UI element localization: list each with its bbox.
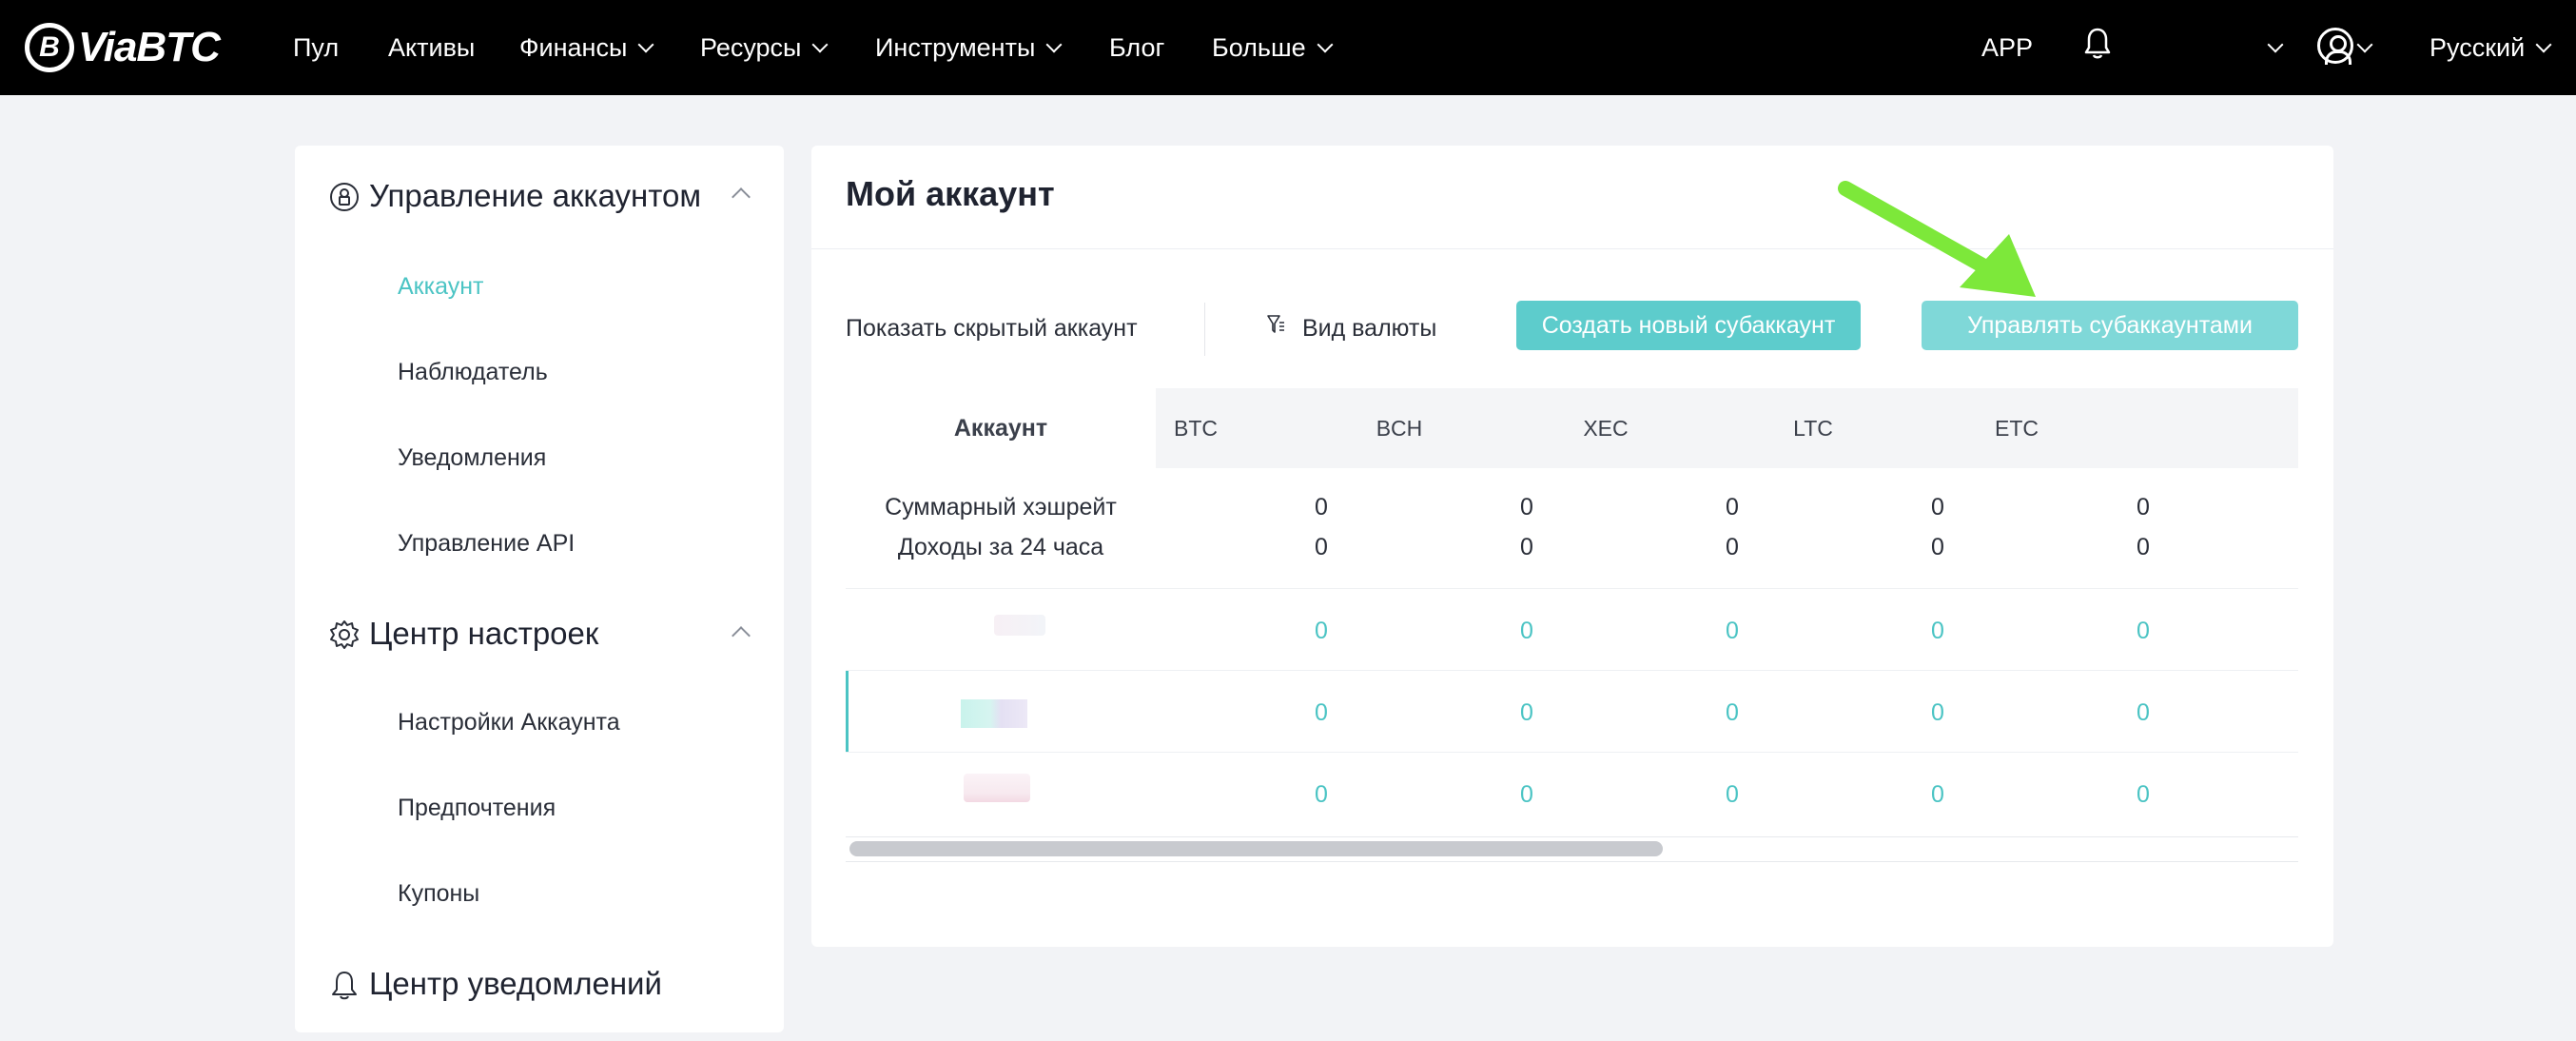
summary-hashrate-bch: 0 <box>1520 494 1533 520</box>
user-menu-dropdown[interactable] <box>2346 29 2373 67</box>
gear-icon <box>330 620 359 649</box>
total-hashrate-label: Суммарный хэшрейт <box>885 494 1117 520</box>
accounts-table-header: Аккаунт BTC BCH XEC LTC ETC <box>846 388 2298 468</box>
brand-name: ViaBTC <box>78 24 221 70</box>
selected-row-indicator <box>846 671 849 752</box>
title-divider <box>811 248 2333 249</box>
section-account-management[interactable]: Управление аккаунтом <box>329 174 701 218</box>
income-24h-label: Доходы за 24 часа <box>897 534 1104 560</box>
sidebar-item-coupons[interactable]: Купоны <box>398 880 479 908</box>
summary-hashrate-etc: 0 <box>2137 494 2150 520</box>
chevron-down-icon <box>1317 36 1334 53</box>
column-header-btc: BTC <box>1174 416 1218 441</box>
viabtc-logo[interactable]: ViaBTC <box>25 19 221 76</box>
chevron-down-icon <box>2356 36 2373 53</box>
column-header-xec: XEC <box>1583 416 1629 441</box>
nav-item-pool[interactable]: Пул <box>293 29 339 67</box>
sidebar-item-account[interactable]: Аккаунт <box>398 273 483 301</box>
sidebar: Управление аккаунтом Аккаунт Наблюдатель… <box>295 146 784 1032</box>
toolbar-divider <box>1204 303 1205 356</box>
sidebar-item-preferences[interactable]: Предпочтения <box>398 795 556 822</box>
subaccount-3-etc[interactable]: 0 <box>2096 781 2191 809</box>
subaccount-name-redacted <box>964 774 1030 802</box>
chevron-down-icon <box>2535 36 2552 53</box>
sidebar-item-account-settings[interactable]: Настройки Аккаунта <box>398 709 620 737</box>
chevron-up-icon[interactable] <box>732 626 751 645</box>
nav-item-tools[interactable]: Инструменты <box>875 29 1063 67</box>
subaccount-name-redacted <box>961 699 1027 728</box>
chevron-down-icon <box>1045 36 1063 53</box>
currency-view-toggle[interactable]: Вид валюты <box>1302 315 1436 343</box>
subaccount-2-xec[interactable]: 0 <box>1685 699 1780 727</box>
subaccount-1-xec[interactable]: 0 <box>1685 618 1780 645</box>
chevron-up-icon[interactable] <box>732 187 751 206</box>
create-subaccount-button[interactable]: Создать новый субаккаунт <box>1516 301 1861 350</box>
nav-item-more[interactable]: Больше <box>1212 29 1334 67</box>
app-download-link[interactable]: APP <box>1981 29 2033 67</box>
my-account-panel: Мой аккаунт Показать скрытый аккаунт Вид… <box>811 146 2333 947</box>
subaccount-1-btc[interactable]: 0 <box>1274 618 1369 645</box>
language-selector[interactable]: Русский <box>2430 29 2552 67</box>
subaccount-3-xec[interactable]: 0 <box>1685 781 1780 809</box>
subaccount-name-redacted <box>994 615 1045 636</box>
subaccount-2-ltc[interactable]: 0 <box>1890 699 1985 727</box>
chevron-down-icon <box>637 36 654 53</box>
nav-item-assets[interactable]: Активы <box>388 29 475 67</box>
summary-hashrate-btc: 0 <box>1315 494 1328 520</box>
bell-icon <box>332 972 357 1000</box>
subaccount-3-ltc[interactable]: 0 <box>1890 781 1985 809</box>
column-header-bch: BCH <box>1376 416 1423 441</box>
subaccount-3-btc[interactable]: 0 <box>1274 781 1369 809</box>
page-title: Мой аккаунт <box>846 174 1055 213</box>
row-divider <box>846 670 2298 671</box>
bitcoin-logo-icon <box>25 23 74 72</box>
manage-subaccounts-button[interactable]: Управлять субаккаунтами <box>1922 301 2298 350</box>
top-navigation-bar: ViaBTC Пул Активы Финансы Ресурсы Инстру… <box>0 0 2576 95</box>
summary-income-btc: 0 <box>1315 534 1328 560</box>
subaccount-2-bch[interactable]: 0 <box>1479 699 1574 727</box>
subaccount-1-ltc[interactable]: 0 <box>1890 618 1985 645</box>
column-header-ltc: LTC <box>1793 416 1833 441</box>
subaccount-2-etc[interactable]: 0 <box>2096 699 2191 727</box>
notification-bell-icon[interactable] <box>2083 27 2112 61</box>
row-divider <box>846 752 2298 753</box>
row-divider <box>846 588 2298 589</box>
summary-income-xec: 0 <box>1726 534 1739 560</box>
section-settings-center[interactable]: Центр настроек <box>329 612 598 656</box>
account-shield-icon <box>330 183 359 211</box>
filter-icon[interactable] <box>1266 313 1285 336</box>
sidebar-item-api-management[interactable]: Управление API <box>398 530 575 558</box>
summary-income-ltc: 0 <box>1931 534 1944 560</box>
chevron-down-icon <box>2267 36 2284 53</box>
column-header-etc: ETC <box>1995 416 2039 441</box>
horizontal-scrollbar[interactable] <box>849 841 1663 856</box>
column-header-account: Аккаунт <box>953 415 1048 442</box>
section-notification-center[interactable]: Центр уведомлений <box>329 962 662 1006</box>
show-hidden-accounts-toggle[interactable]: Показать скрытый аккаунт <box>846 315 1138 343</box>
summary-income-etc: 0 <box>2137 534 2150 560</box>
subaccount-1-etc[interactable]: 0 <box>2096 618 2191 645</box>
nav-item-resources[interactable]: Ресурсы <box>700 29 829 67</box>
scrollbar-track-bottom <box>846 861 2298 862</box>
summary-income-bch: 0 <box>1520 534 1533 560</box>
sidebar-item-observer[interactable]: Наблюдатель <box>398 359 548 386</box>
subaccount-3-bch[interactable]: 0 <box>1479 781 1574 809</box>
sidebar-item-notifications[interactable]: Уведомления <box>398 444 546 472</box>
subaccount-2-btc[interactable]: 0 <box>1274 699 1369 727</box>
wallet-dropdown[interactable] <box>2256 29 2284 67</box>
summary-hashrate-xec: 0 <box>1726 494 1739 520</box>
summary-hashrate-ltc: 0 <box>1931 494 1944 520</box>
chevron-down-icon <box>811 36 829 53</box>
subaccount-1-bch[interactable]: 0 <box>1479 618 1574 645</box>
nav-item-finance[interactable]: Финансы <box>519 29 654 67</box>
scrollbar-track-top <box>846 836 2298 837</box>
nav-item-blog[interactable]: Блог <box>1109 29 1164 67</box>
